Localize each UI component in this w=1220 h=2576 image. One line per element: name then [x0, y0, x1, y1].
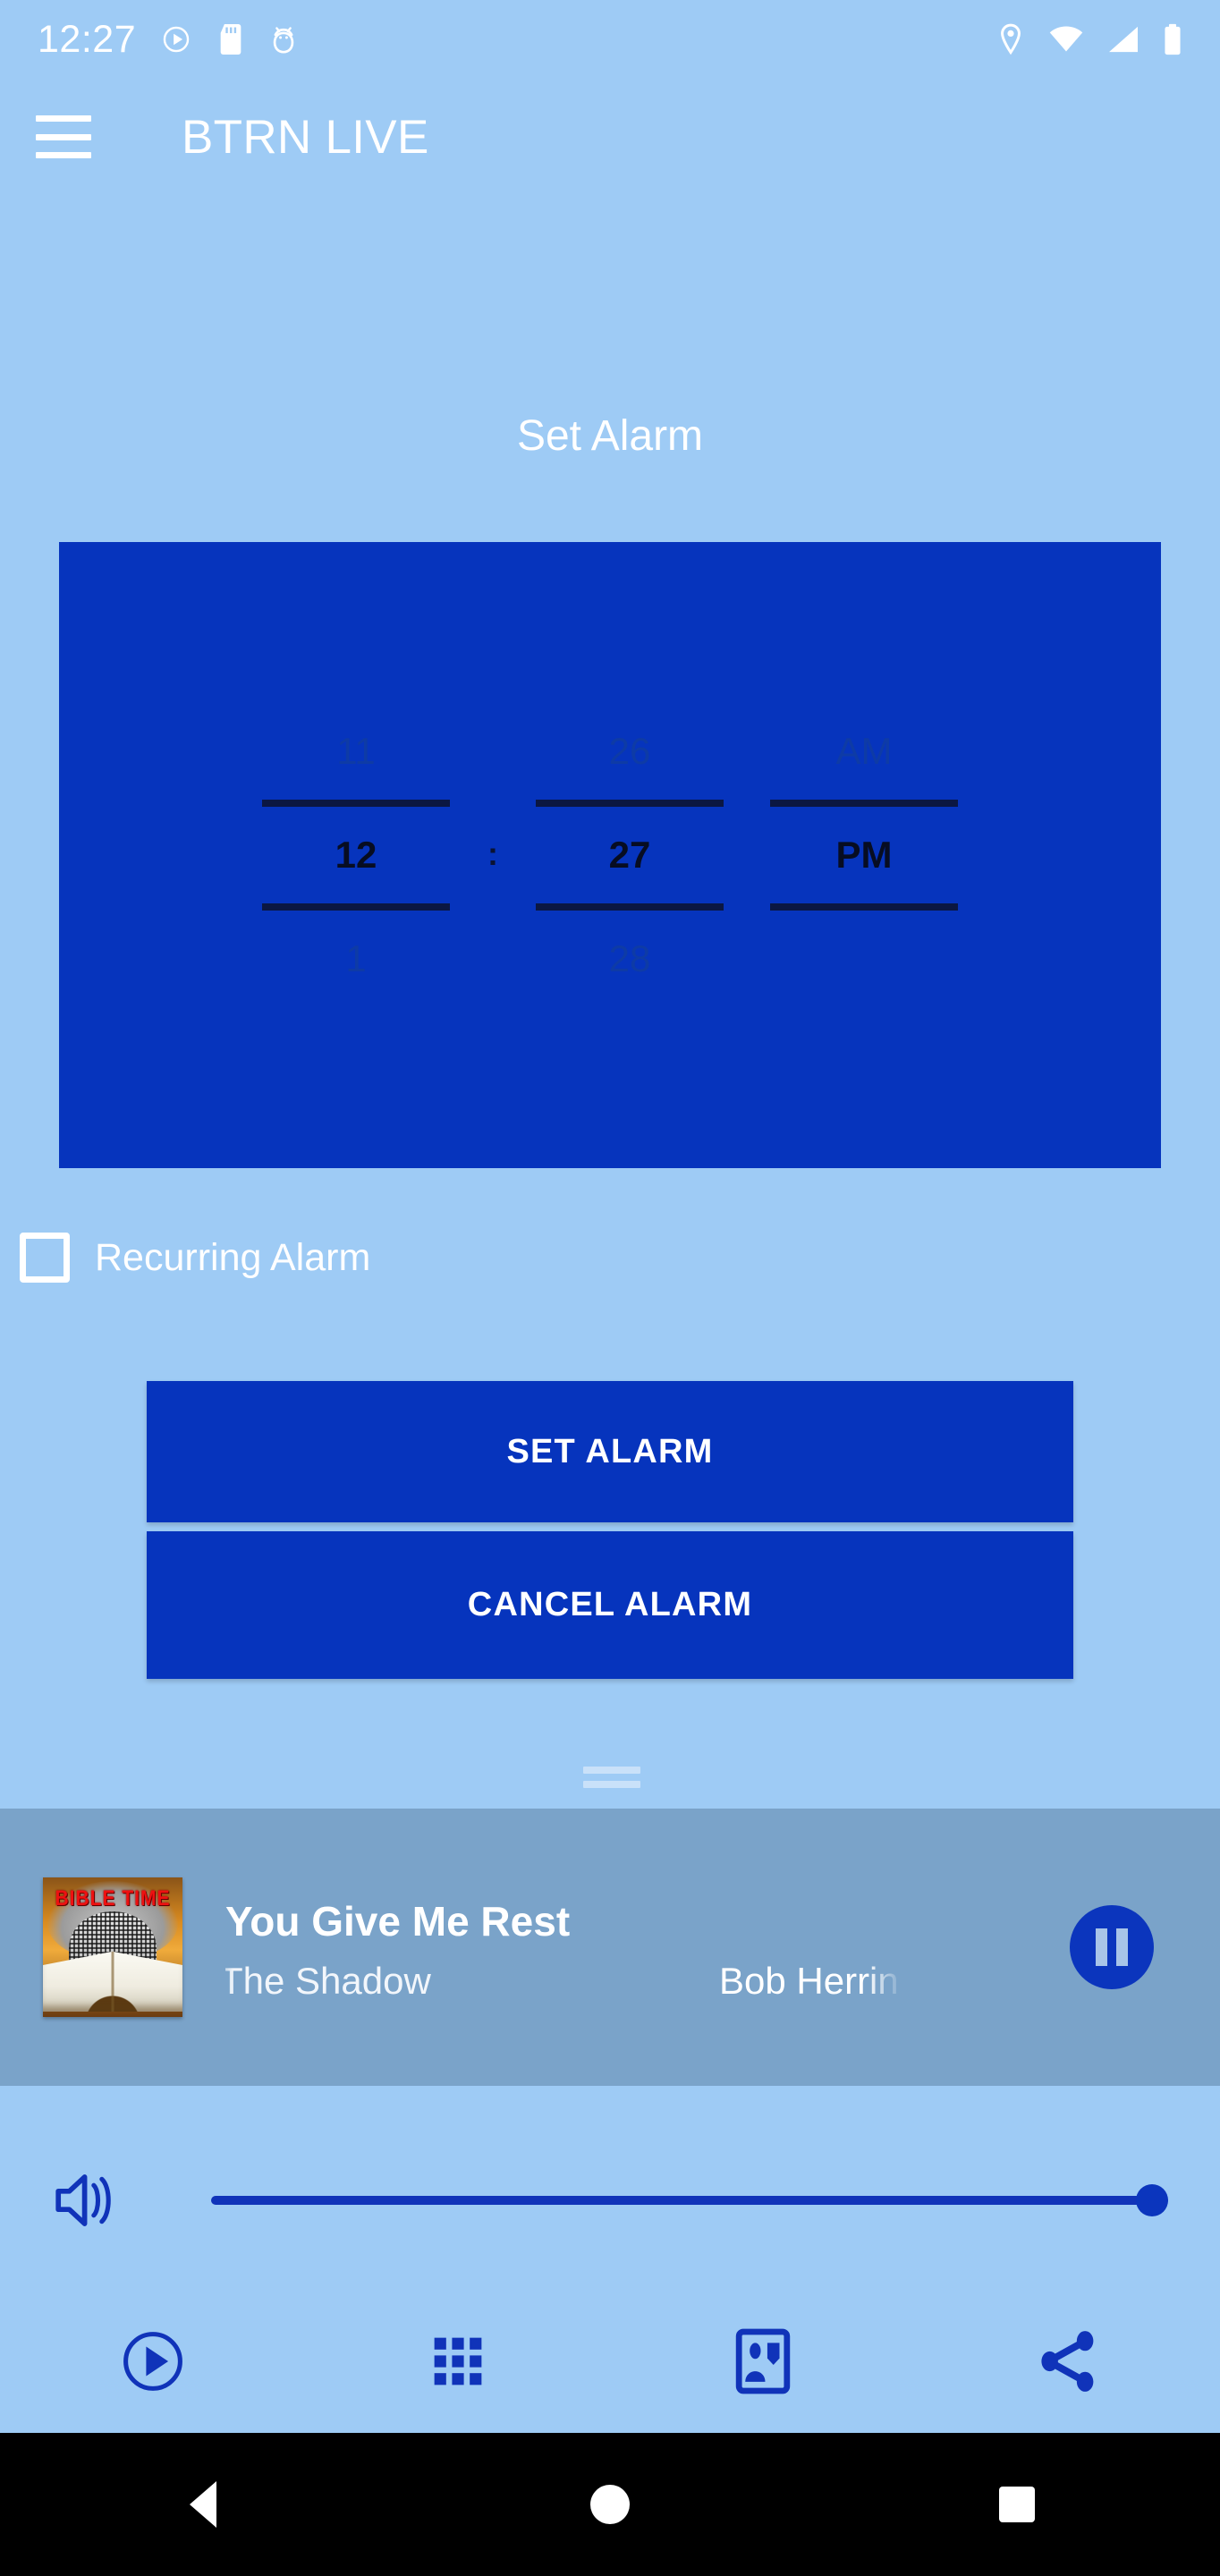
- hour-next-value[interactable]: 1: [257, 911, 455, 1007]
- volume-up-icon[interactable]: [52, 2168, 122, 2233]
- track-subtitle-marquee: The Shadow Bob Herrin: [225, 1960, 1046, 2010]
- back-triangle-icon: [190, 2481, 217, 2528]
- meridiem-divider-top: [770, 800, 958, 807]
- volume-slider[interactable]: [211, 2182, 1168, 2218]
- open-bible-icon: [43, 1951, 182, 2012]
- pause-bar: [1116, 1928, 1128, 1966]
- hamburger-bar: [36, 152, 91, 158]
- drag-handle-bar: [583, 1767, 640, 1774]
- meridiem-divider-bottom: [770, 903, 958, 911]
- drag-handle-bar: [583, 1781, 640, 1788]
- bottom-nav-bar: [0, 2290, 1220, 2433]
- recurring-alarm-checkbox[interactable]: [20, 1233, 70, 1283]
- time-picker-columns: 11 12 1 : 26 27 28 AM PM: [59, 542, 1161, 1168]
- nav-apps-button[interactable]: [305, 2290, 610, 2433]
- status-bar-right: [996, 23, 1182, 55]
- album-art: BIBLE TIME: [43, 1877, 182, 2017]
- app-screen: 12:27 BTRN LIVE Set Alarm 11 12 1: 26 2…: [0, 0, 1220, 2576]
- host-name: Bob Herrin: [719, 1960, 899, 2002]
- android-back-button[interactable]: [0, 2481, 407, 2528]
- pause-icon[interactable]: [1070, 1905, 1154, 1989]
- meridiem-selected-value[interactable]: PM: [765, 807, 963, 903]
- android-home-button[interactable]: [407, 2485, 814, 2524]
- minute-next-value[interactable]: 28: [530, 911, 729, 1007]
- status-bar-left: 12:27: [38, 18, 297, 62]
- hour-divider-bottom: [262, 903, 450, 911]
- wifi-icon: [1049, 26, 1083, 52]
- sd-card-icon: [220, 24, 241, 55]
- track-title: You Give Me Rest: [225, 1898, 571, 1945]
- album-art-title: BIBLE TIME: [55, 1886, 171, 1911]
- android-recents-button[interactable]: [813, 2487, 1220, 2522]
- volume-slider-thumb[interactable]: [1136, 2184, 1168, 2216]
- home-circle-icon: [590, 2485, 630, 2524]
- nav-share-button[interactable]: [915, 2290, 1220, 2433]
- cell-signal-icon: [1109, 26, 1138, 53]
- play-circle-icon: [163, 26, 190, 53]
- minute-spinner[interactable]: 26 27 28: [530, 542, 729, 1168]
- hamburger-bar: [36, 133, 91, 140]
- android-debug-icon: [273, 27, 294, 54]
- hour-selected-value[interactable]: 12: [257, 807, 455, 903]
- now-playing-bar[interactable]: BIBLE TIME You Give Me Rest The Shadow B…: [0, 1809, 1220, 2086]
- nav-contact-button[interactable]: [610, 2290, 915, 2433]
- time-picker[interactable]: 11 12 1 : 26 27 28 AM PM: [59, 542, 1161, 1168]
- minute-divider-bottom: [536, 903, 724, 911]
- recurring-alarm-label: Recurring Alarm: [95, 1235, 371, 1279]
- minute-previous-value[interactable]: 26: [530, 703, 729, 800]
- battery-icon: [1165, 23, 1181, 55]
- volume-slider-track: [211, 2196, 1168, 2205]
- android-navigation-bar: [0, 2433, 1220, 2576]
- volume-row: [0, 2138, 1220, 2263]
- set-alarm-button[interactable]: SET ALARM: [147, 1381, 1073, 1522]
- now-playing-metadata: You Give Me Rest The Shadow Bob Herrin: [225, 1877, 1046, 2017]
- page-title: Set Alarm: [516, 412, 704, 460]
- cancel-alarm-button[interactable]: CANCEL ALARM: [147, 1531, 1073, 1679]
- share-icon: [1040, 2331, 1093, 2392]
- recurring-alarm-row[interactable]: Recurring Alarm: [20, 1233, 370, 1283]
- app-title: BTRN LIVE: [182, 110, 429, 164]
- hour-spinner[interactable]: 11 12 1: [257, 542, 455, 1168]
- meridiem-previous-value[interactable]: AM: [765, 703, 963, 800]
- minute-divider-top: [536, 800, 724, 807]
- meridiem-spinner[interactable]: AM PM: [765, 542, 963, 1168]
- status-clock: 12:27: [38, 17, 137, 61]
- status-bar: 12:27: [0, 0, 1220, 79]
- hamburger-menu-icon[interactable]: [36, 115, 91, 158]
- recents-square-icon: [998, 2487, 1035, 2522]
- show-name: The Shadow: [225, 1960, 431, 2002]
- contact-card-icon: [735, 2328, 790, 2394]
- app-bar: BTRN LIVE: [0, 79, 1220, 195]
- hour-divider-top: [262, 800, 450, 807]
- time-separator: :: [487, 835, 498, 872]
- minute-selected-value[interactable]: 27: [530, 807, 729, 903]
- hamburger-bar: [36, 115, 91, 122]
- grid-apps-icon: [434, 2337, 481, 2385]
- play-circle-icon: [123, 2332, 182, 2391]
- nav-play-button[interactable]: [0, 2290, 305, 2433]
- pause-bar: [1096, 1928, 1107, 1966]
- hour-previous-value[interactable]: 11: [257, 703, 455, 800]
- player-drag-handle[interactable]: [583, 1767, 640, 1788]
- location-pin-icon: [1001, 23, 1021, 55]
